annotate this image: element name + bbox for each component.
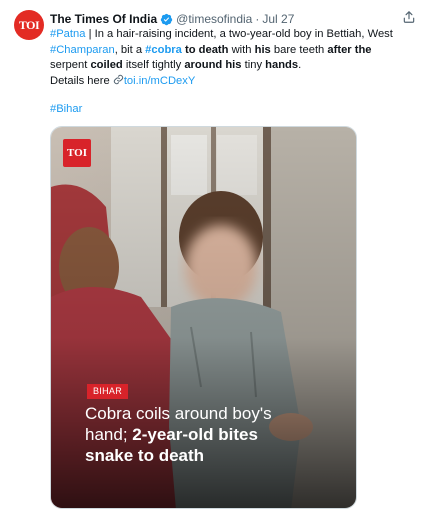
headline-line-1: Cobra coils around boy's bbox=[85, 404, 272, 423]
tweet-text-segment-10: serpent bbox=[50, 59, 91, 71]
tweet-text-segment-3: , bit a bbox=[114, 43, 146, 56]
handle[interactable]: @timesofindia bbox=[176, 12, 252, 26]
share-icon[interactable] bbox=[402, 10, 416, 24]
article-link[interactable]: toi.in/mCDexY bbox=[124, 75, 196, 87]
tweet-text-segment-15: hands bbox=[265, 59, 299, 71]
category-tag: BIHAR bbox=[87, 384, 129, 399]
media-headline: Cobra coils around boy's hand; 2-year-ol… bbox=[85, 403, 345, 466]
tweet-text: #Patna | In a hair-raising incident, a t… bbox=[50, 27, 406, 89]
tweet-text-segment-14: tiny bbox=[241, 59, 266, 71]
tweet-text-segment-7: his bbox=[254, 43, 271, 56]
avatar[interactable]: TOI bbox=[14, 10, 44, 40]
tweet-text-segment-6: with bbox=[228, 43, 255, 56]
link-icon bbox=[113, 74, 123, 84]
headline-line-2-bold: 2-year-old bites bbox=[132, 425, 258, 444]
tweet-date[interactable]: Jul 27 bbox=[262, 12, 294, 26]
hashtag-0[interactable]: #Patna bbox=[50, 28, 85, 40]
tweet-text-segment-9: after the bbox=[327, 43, 372, 56]
tweet-text-segment-16: . bbox=[298, 59, 302, 71]
hashtag-4[interactable]: #cobra bbox=[145, 44, 182, 56]
separator: · bbox=[255, 12, 260, 26]
display-name[interactable]: The Times Of India bbox=[50, 12, 157, 26]
toi-logo: TOI bbox=[63, 139, 91, 167]
tweet-text-segment-8: bare teeth bbox=[270, 43, 328, 56]
tweet-header: The Times Of India @timesofindia · Jul 2… bbox=[50, 11, 294, 27]
headline-line-2-plain: hand; bbox=[85, 425, 133, 444]
tweet-text-segment-1: | In a hair-raising incident, a two-year… bbox=[85, 28, 393, 40]
headline-line-3: snake to death bbox=[85, 446, 205, 465]
tweet-text-segment-5: to death bbox=[181, 43, 229, 56]
tweet-text-segment-13: around his bbox=[184, 59, 242, 71]
hashtag-bihar[interactable]: #Bihar bbox=[50, 103, 82, 115]
tweet-text-segment-11: coiled bbox=[90, 59, 123, 71]
details-label: Details here bbox=[50, 74, 113, 87]
verified-badge-icon bbox=[160, 13, 173, 25]
tweet[interactable]: TOI The Times Of India @timesofindia · J… bbox=[0, 0, 440, 514]
tweet-text-segment-12: itself tightly bbox=[122, 59, 185, 71]
hashtag-2[interactable]: #Champaran bbox=[50, 44, 115, 56]
tweet-media-image[interactable]: TOI BIHAR Cobra coils around boy's hand;… bbox=[50, 126, 357, 509]
tweet-segments: #Patna | In a hair-raising incident, a t… bbox=[50, 28, 393, 71]
